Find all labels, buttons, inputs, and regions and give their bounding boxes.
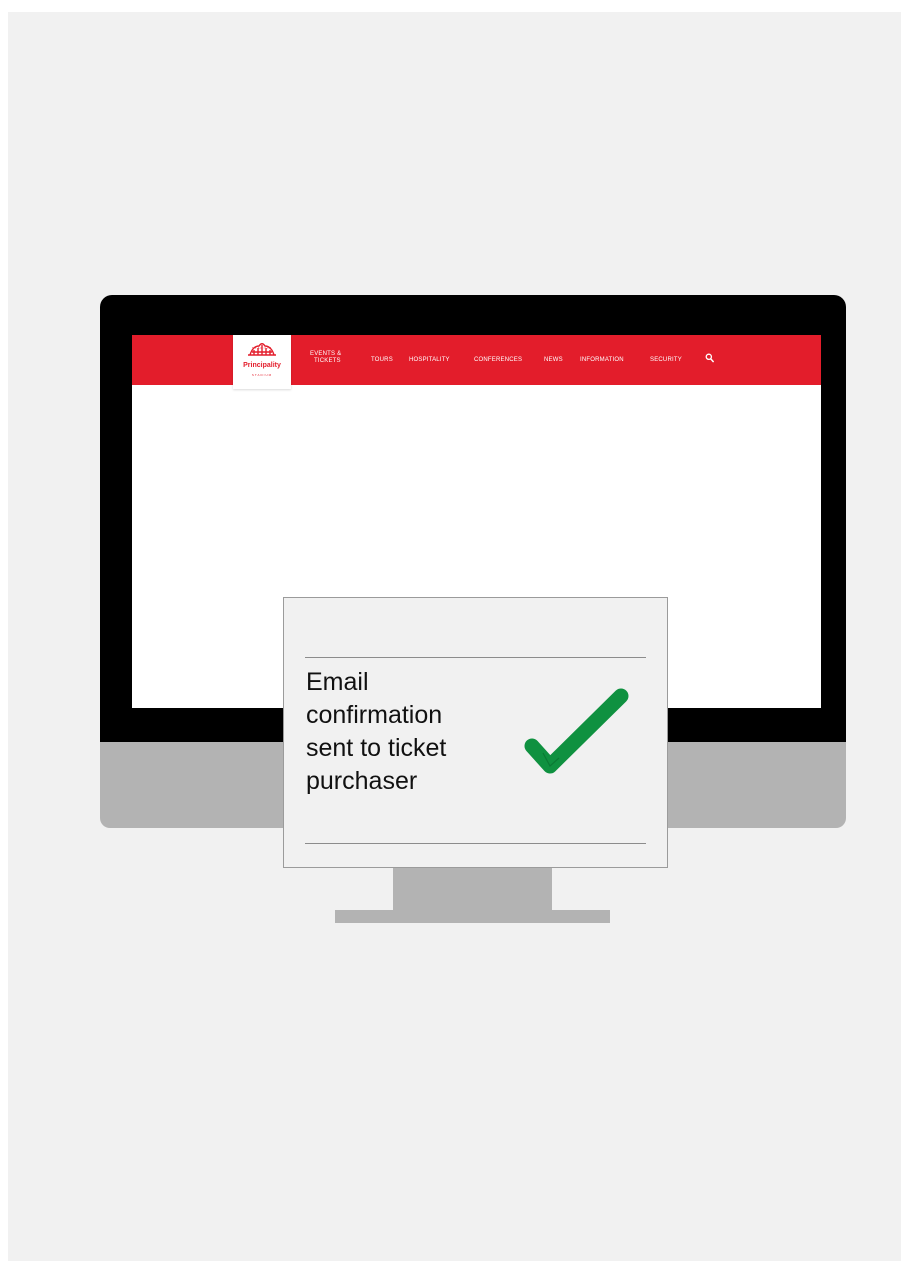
nav-news[interactable]: NEWS [544,357,563,364]
nav-events-label: EVENTS & [310,351,342,357]
logo-bottom-text: STADIUM [251,373,273,377]
email-confirmation-dialog: Email confirmation sent to ticket purcha… [283,597,668,868]
search-icon[interactable] [705,353,714,363]
nav-information[interactable]: INFORMATION [580,357,624,364]
nav-events-tickets[interactable]: EVENTS & TICKETS [310,351,341,365]
nav-tickets-label: TICKETS [314,358,341,364]
stadium-logo[interactable]: STADIUM Principality STADIUM [233,335,291,389]
nav-security[interactable]: SECURITY [650,357,682,364]
logo-name: Principality [243,362,281,369]
nav-hospitality[interactable]: HOSPITALITY [409,357,450,364]
nav-tours[interactable]: TOURS [371,357,393,364]
dialog-bottom-divider [305,843,646,844]
dialog-top-divider [305,657,646,658]
email-confirmation-message: Email confirmation sent to ticket purcha… [306,668,447,795]
checkmark-icon [524,688,629,774]
monitor-stand-base [335,910,610,923]
monitor-stand-neck [393,866,552,911]
top-navigation: STADIUM Principality STADIUM EVENTS & TI… [132,335,821,389]
nav-conferences[interactable]: CONFERENCES [474,357,522,364]
logo-top-text: STADIUM [251,346,273,350]
